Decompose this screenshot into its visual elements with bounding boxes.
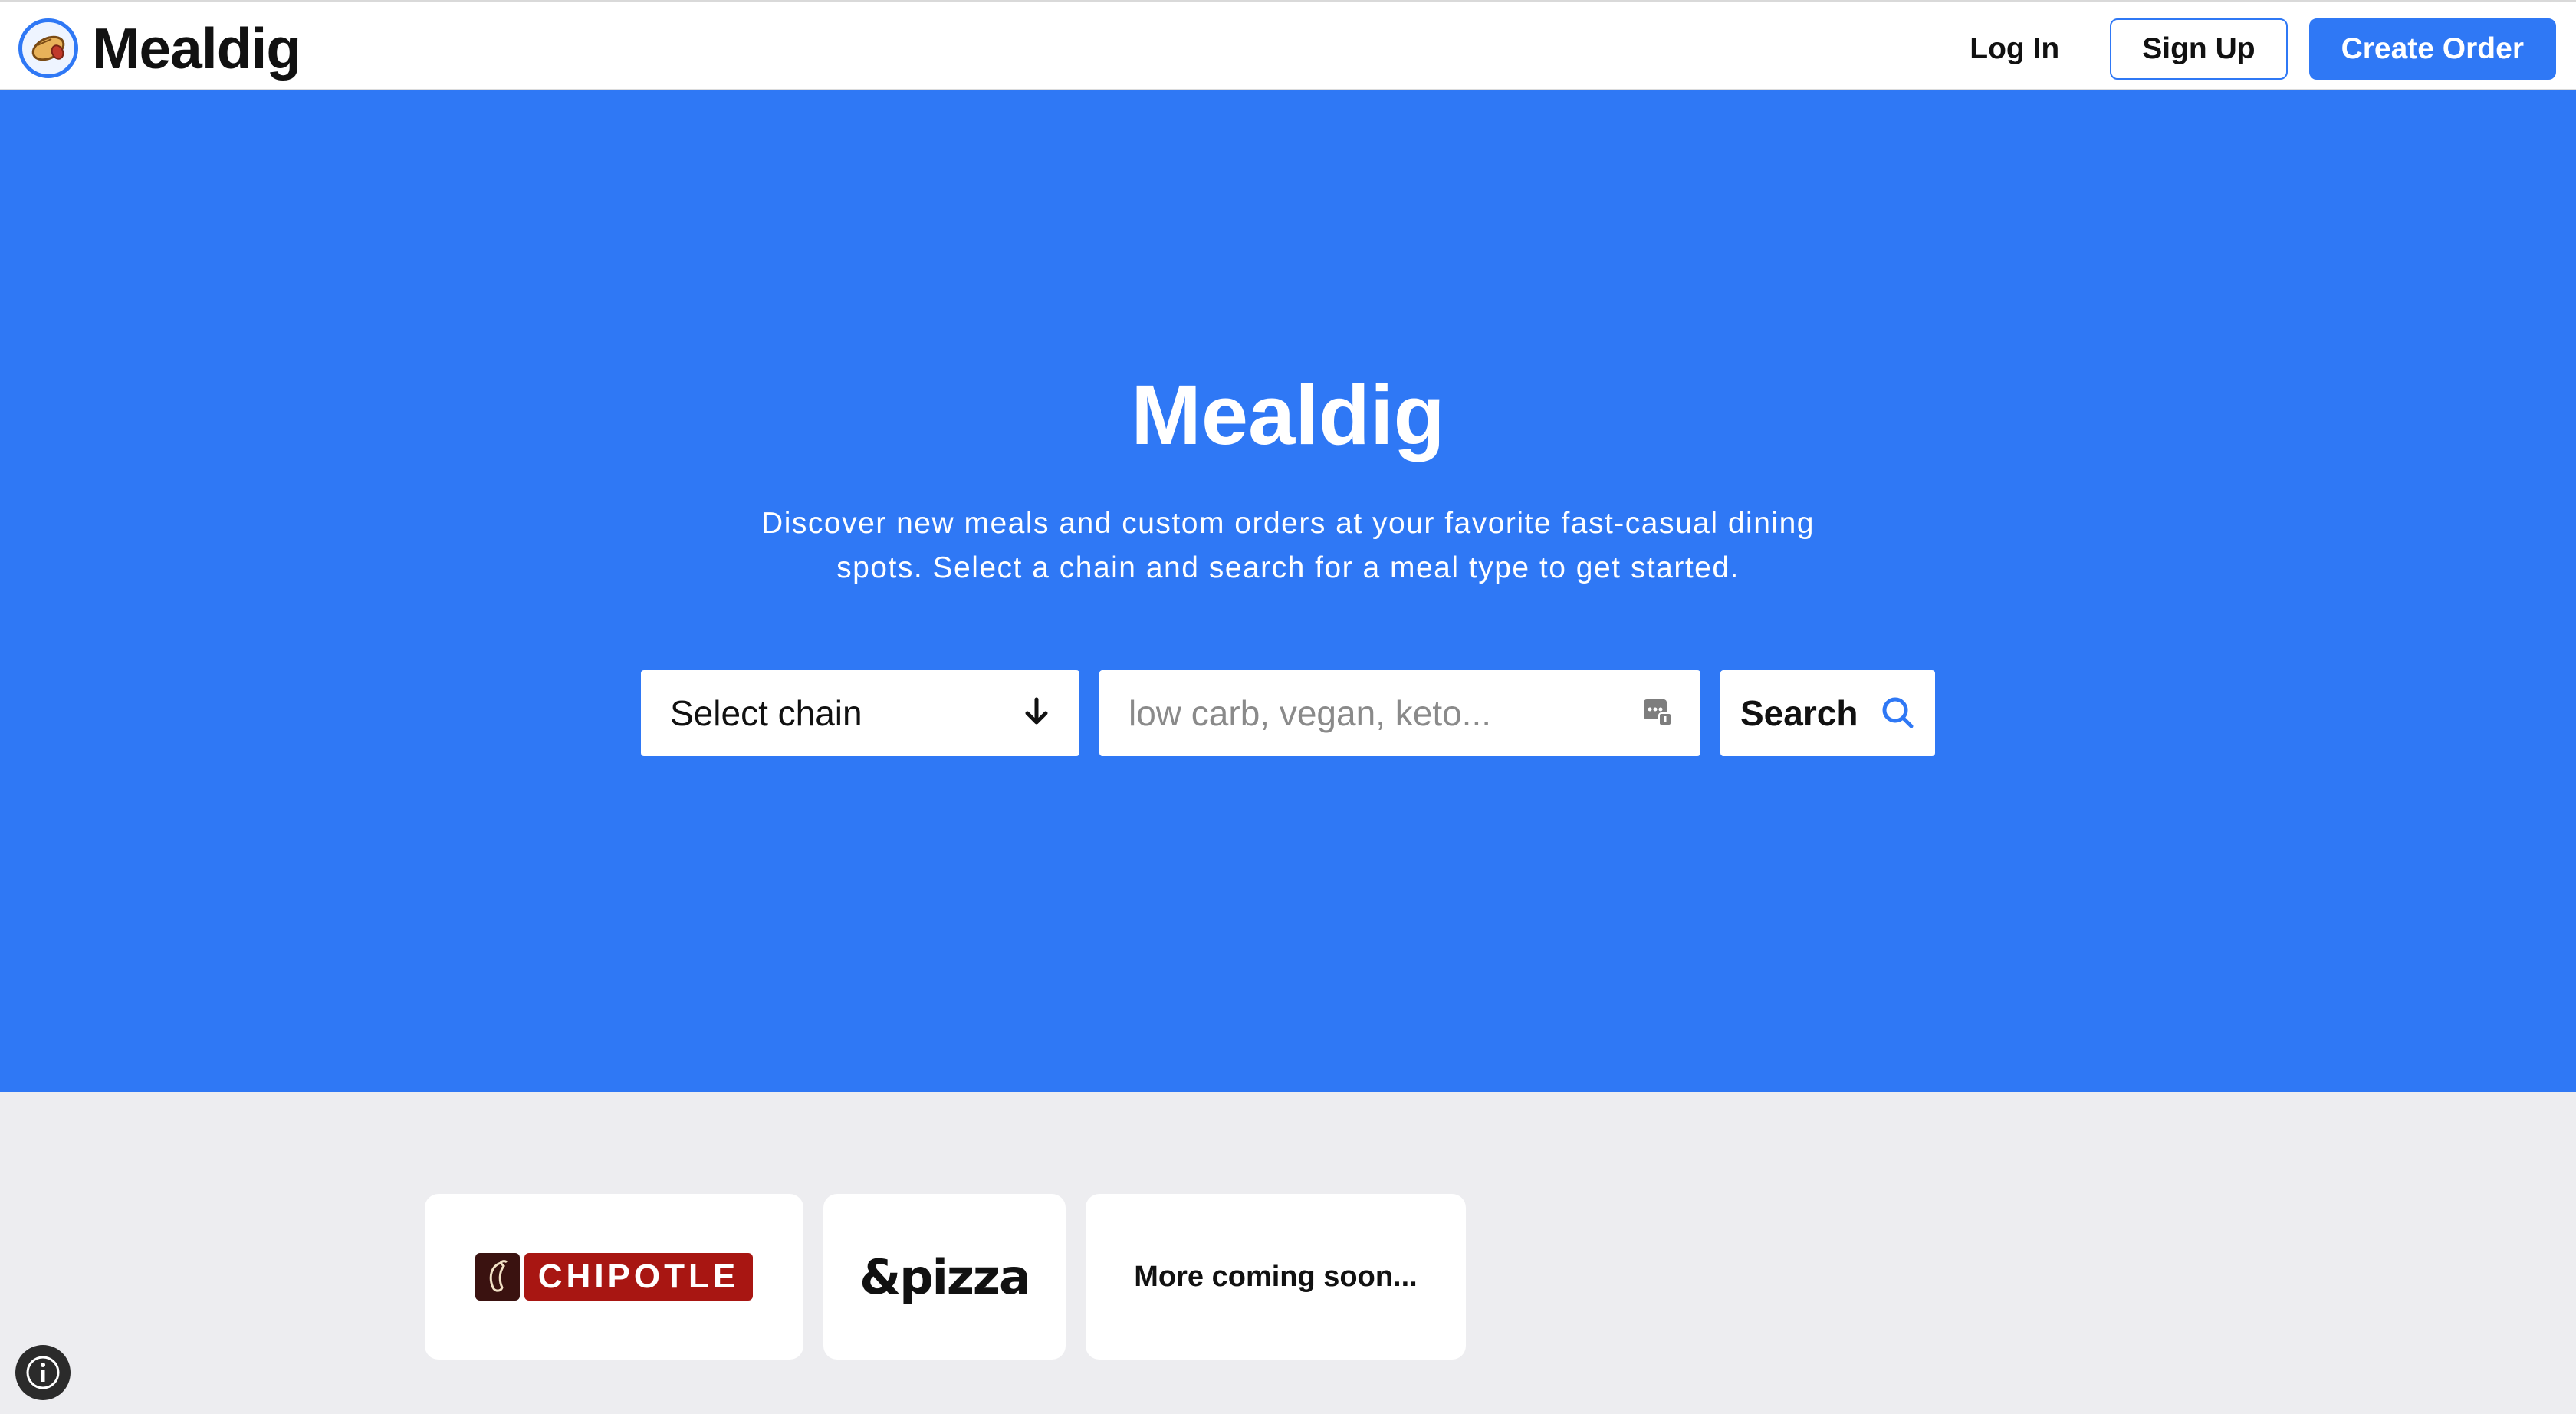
search-button-label: Search <box>1740 693 1858 733</box>
andpizza-wordmark: &pizza <box>859 1248 1031 1305</box>
chain-card-chipotle[interactable]: CHIPOTLE <box>425 1194 803 1360</box>
brand[interactable]: Mealdig <box>18 15 301 81</box>
chipotle-wordmark: CHIPOTLE <box>524 1253 754 1301</box>
brand-name: Mealdig <box>92 16 301 81</box>
burrito-icon <box>18 18 78 78</box>
top-navbar: Mealdig Log In Sign Up Create Order <box>0 0 2576 90</box>
arrow-down-icon <box>1023 696 1050 731</box>
chipotle-pepper-icon <box>475 1253 520 1301</box>
chipotle-logo: CHIPOTLE <box>475 1253 754 1301</box>
login-button[interactable]: Log In <box>1944 18 2085 80</box>
chain-card-coming-soon: More coming soon... <box>1086 1194 1466 1360</box>
password-manager-icon[interactable] <box>1642 696 1673 731</box>
search-bar: Select chain Search <box>641 670 1935 756</box>
signup-button[interactable]: Sign Up <box>2110 18 2288 80</box>
search-icon <box>1880 695 1915 732</box>
create-order-button[interactable]: Create Order <box>2308 18 2556 80</box>
hero-title: Mealdig <box>1131 368 1445 462</box>
header-actions: Log In Sign Up Create Order <box>1944 18 2556 80</box>
chain-select-label: Select chain <box>670 693 863 733</box>
search-button[interactable]: Search <box>1720 670 1935 756</box>
chain-cards: CHIPOTLE &pizza More coming soon... <box>425 1194 1486 1360</box>
chain-card-andpizza[interactable]: &pizza <box>823 1194 1066 1360</box>
hero-section: Mealdig Discover new meals and custom or… <box>0 90 2576 1092</box>
meal-search-input[interactable] <box>1129 692 1619 734</box>
coming-soon-text: More coming soon... <box>1134 1260 1418 1293</box>
hero-subtitle: Discover new meals and custom orders at … <box>761 507 1815 584</box>
info-icon[interactable] <box>15 1345 71 1400</box>
chain-select-dropdown[interactable]: Select chain <box>641 670 1079 756</box>
meal-search-field[interactable] <box>1099 670 1700 756</box>
